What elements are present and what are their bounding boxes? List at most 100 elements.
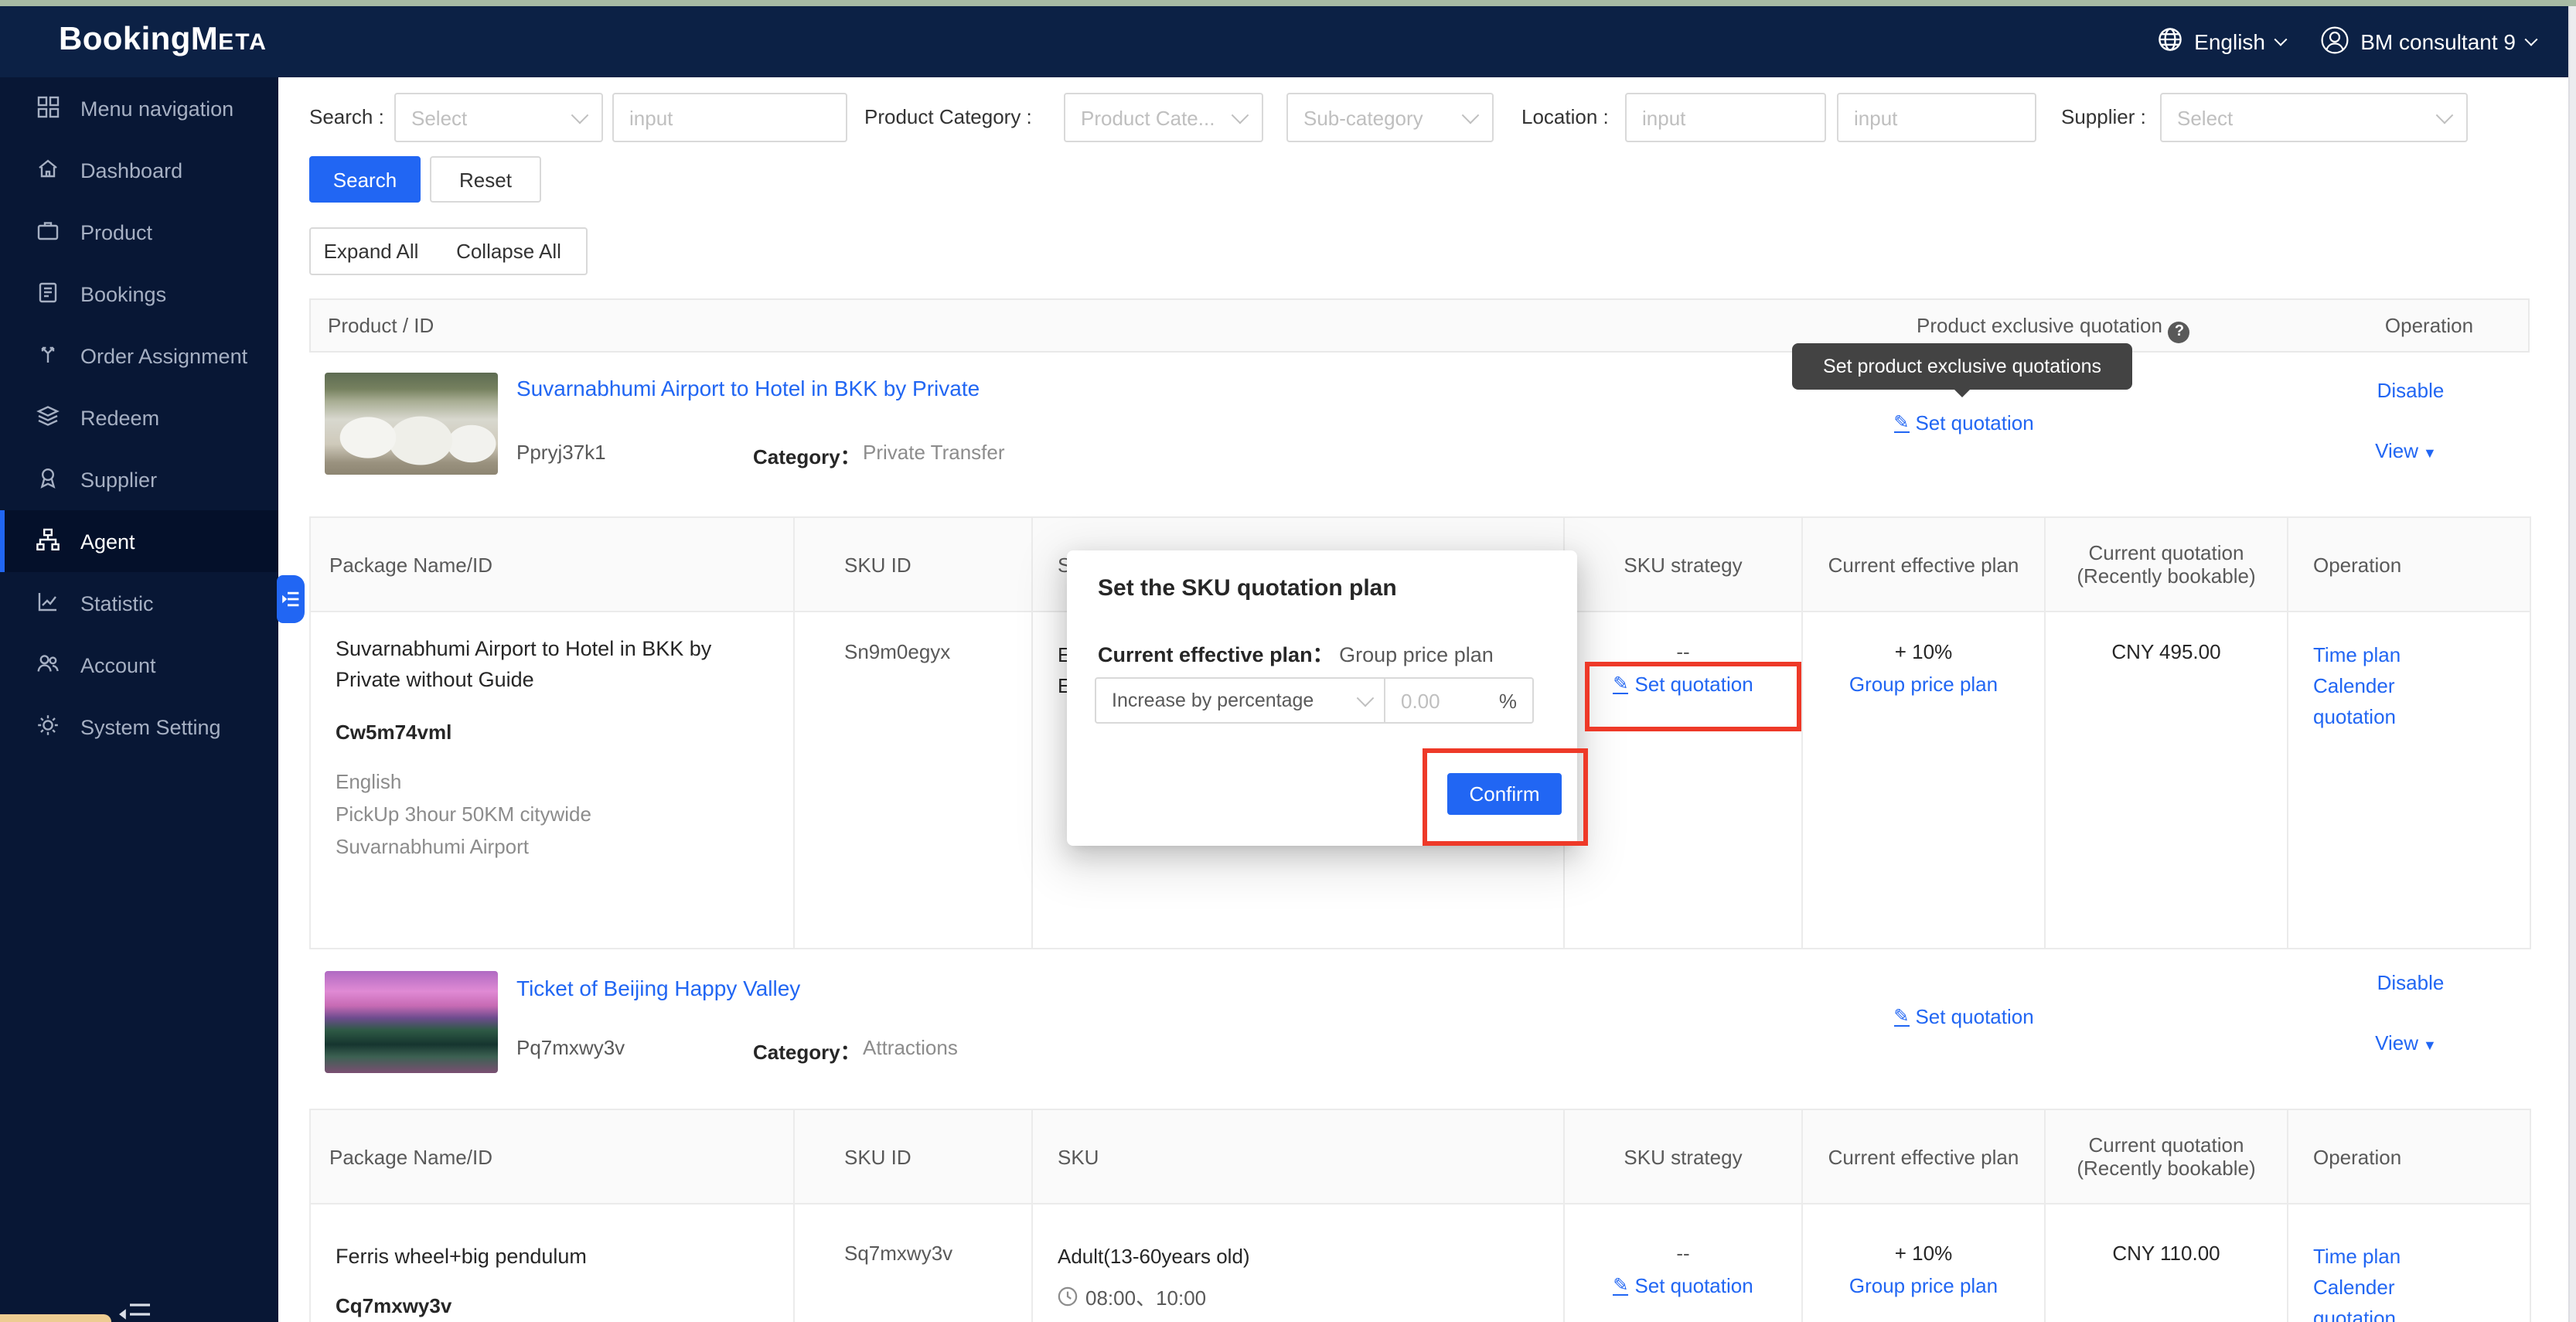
strategy-empty-value: -- (1590, 1242, 1777, 1265)
modal-input-group: Increase by percentage % (1095, 677, 1534, 724)
expand-all-button[interactable]: Expand All (309, 227, 433, 275)
modal-current-plan: Current effective plan： Group price plan (1098, 637, 1494, 668)
group-price-plan-link[interactable]: Group price plan (1828, 673, 2019, 696)
chevron-down-icon (571, 107, 589, 124)
sidebar-item-label: Dashboard (80, 158, 182, 182)
search-button[interactable]: Search (309, 156, 421, 203)
product-thumbnail-park[interactable] (325, 971, 498, 1073)
location-input-1[interactable] (1625, 93, 1826, 142)
sidebar-item-menu-navigation[interactable]: Menu navigation (0, 77, 278, 139)
sidebar-item-order-assignment[interactable]: Order Assignment (0, 325, 278, 387)
calender-quotation-link-line1[interactable]: Calender (2313, 1273, 2505, 1303)
time-plan-link[interactable]: Time plan (2313, 1242, 2505, 1273)
calender-quotation-link-line2[interactable]: quotation (2313, 1303, 2505, 1322)
sub-category-placeholder: Sub-category (1303, 106, 1464, 129)
col-operation: Operation (2288, 517, 2530, 612)
operation-cell: Time plan Calender quotation (2288, 1204, 2530, 1322)
search-input[interactable] (612, 93, 847, 142)
sidebar-item-account[interactable]: Account (0, 634, 278, 696)
briefcase-icon (36, 217, 60, 247)
sku-times-text: 08:00、10:00 (1085, 1282, 1206, 1311)
sidebar-item-label: Statistic (80, 591, 154, 615)
operation-column-label: Operation (2352, 314, 2506, 337)
quotation-method-select[interactable]: Increase by percentage (1096, 679, 1385, 722)
top-bar: BookingMETA English BM consultant 9 (0, 6, 2576, 77)
col-effective-plan: Current effective plan (1802, 517, 2045, 612)
product-category-select[interactable]: Product Cate... (1064, 93, 1263, 142)
strategy-empty-value: -- (1590, 640, 1777, 663)
sidebar-item-label: Order Assignment (80, 344, 247, 367)
app-root: BookingMETA English BM consultant 9 (0, 0, 2576, 1322)
product-disable-link[interactable]: Disable (2349, 971, 2472, 994)
chevron-down-icon (1357, 690, 1375, 707)
sku-id-cell: Sn9m0egyx (794, 612, 1032, 949)
caret-down-icon: ▼ (2423, 1037, 2437, 1053)
package-id: Cq7mxwy3v (336, 1294, 768, 1317)
package-detail-language: English (336, 765, 768, 798)
sidebar-item-product[interactable]: Product (0, 201, 278, 263)
sidebar-item-redeem[interactable]: Redeem (0, 387, 278, 448)
sidebar-item-bookings[interactable]: Bookings (0, 263, 278, 325)
operation-cell: Time plan Calender quotation (2288, 612, 2530, 949)
product-id-column-label: Product / ID (328, 314, 434, 337)
question-circle-icon[interactable]: ? (2169, 321, 2190, 342)
sidebar-item-dashboard[interactable]: Dashboard (0, 139, 278, 201)
exclusive-quotation-text: Product exclusive quotation (1917, 314, 2162, 337)
view-label: View (2375, 439, 2418, 462)
location-input-2[interactable] (1837, 93, 2036, 142)
expand-panel-icon (281, 589, 300, 609)
calender-quotation-link-line2[interactable]: quotation (2313, 702, 2505, 733)
current-quotation-cell: CNY 495.00 (2045, 612, 2288, 949)
table-row: Ferris wheel+big pendulum Cq7mxwy3v Sq7m… (310, 1204, 2530, 1322)
sidebar-item-system-setting[interactable]: System Setting (0, 696, 278, 758)
amount-field: % (1385, 679, 1532, 722)
sidebar-collapse-icon[interactable] (118, 1302, 155, 1322)
sku-set-quotation-link[interactable]: ✎Set quotation (1590, 1274, 1777, 1297)
product-view-link[interactable]: View ▼ (2344, 439, 2468, 462)
sub-category-select[interactable]: Sub-category (1286, 93, 1494, 142)
sku-strategy-cell: -- ✎Set quotation (1564, 612, 1802, 949)
supplier-select[interactable]: Select (2160, 93, 2468, 142)
medal-icon (36, 465, 60, 494)
language-switcher[interactable]: English (2157, 6, 2285, 77)
caret-down-icon: ▼ (2423, 445, 2437, 461)
sidebar-expand-toggle[interactable] (277, 575, 305, 623)
location-label: Location : (1521, 105, 1609, 128)
route-split-icon (36, 341, 60, 370)
sku-set-quotation-link[interactable]: ✎Set quotation (1590, 673, 1777, 696)
product-set-quotation-link[interactable]: ✎Set quotation (1840, 1005, 2087, 1028)
reset-button[interactable]: Reset (430, 156, 541, 203)
scrollbar-track[interactable] (2568, 6, 2576, 1322)
category-value: Private Transfer (863, 441, 1005, 464)
time-plan-link[interactable]: Time plan (2313, 640, 2505, 671)
package-cell: Suvarnabhumi Airport to Hotel in BKK by … (310, 612, 794, 949)
package-details: English PickUp 3hour 50KM citywide Suvar… (336, 765, 768, 863)
method-select-value: Increase by percentage (1112, 690, 1350, 711)
sidebar-item-statistic[interactable]: Statistic (0, 572, 278, 634)
sidebar-item-agent[interactable]: Agent (0, 510, 278, 572)
current-quotation-cell: CNY 110.00 (2045, 1204, 2288, 1322)
amount-input[interactable] (1385, 689, 1494, 712)
chevron-down-icon (2436, 107, 2454, 124)
collapse-all-button[interactable]: Collapse All (431, 227, 588, 275)
package-name: Ferris wheel+big pendulum (336, 1242, 768, 1273)
group-price-plan-link[interactable]: Group price plan (1828, 1274, 2019, 1297)
product-title-link[interactable]: Ticket of Beijing Happy Valley (516, 976, 800, 1000)
sidebar-item-supplier[interactable]: Supplier (0, 448, 278, 510)
user-menu[interactable]: BM consultant 9 (2319, 6, 2536, 77)
search-type-select[interactable]: Select (394, 93, 603, 142)
product-category-placeholder: Product Cate... (1081, 106, 1234, 129)
confirm-button[interactable]: Confirm (1447, 773, 1562, 815)
product-disable-link[interactable]: Disable (2349, 379, 2472, 402)
edit-pen-icon: ✎ (1893, 413, 1909, 433)
product-view-link[interactable]: View▼ (2344, 1031, 2468, 1055)
product-thumbnail-vans[interactable] (325, 373, 498, 475)
sidebar-item-label: Bookings (80, 282, 166, 305)
col-package-name: Package Name/ID (310, 517, 794, 612)
chart-icon (36, 588, 60, 618)
grid-icon (36, 94, 60, 123)
product-title-link[interactable]: Suvarnabhumi Airport to Hotel in BKK by … (516, 376, 980, 400)
product-set-quotation-link[interactable]: ✎Set quotation (1840, 411, 2087, 434)
calender-quotation-link-line1[interactable]: Calender (2313, 671, 2505, 702)
set-quotation-label: Set quotation (1634, 1274, 1753, 1297)
